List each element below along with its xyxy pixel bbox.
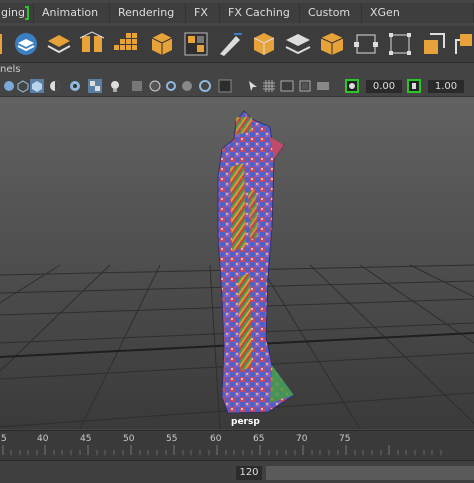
tab-fx[interactable]: FX — [186, 3, 220, 23]
transform-box-icon[interactable] — [386, 30, 414, 58]
isolate-select-icon[interactable] — [198, 79, 212, 93]
tab-xgen[interactable]: XGen — [362, 3, 474, 23]
tab-animation[interactable]: Animation — [34, 3, 110, 23]
bounding-box-icon[interactable] — [352, 30, 380, 58]
textured-icon[interactable] — [88, 79, 102, 93]
exposure-field[interactable]: 0.00 — [366, 80, 402, 93]
range-slider: 120 — [0, 460, 474, 483]
box-project-icon[interactable] — [250, 30, 278, 58]
gamma-field[interactable]: 1.00 — [428, 80, 464, 93]
range-end-field[interactable]: 120 — [236, 466, 262, 480]
render-layer-icon[interactable] — [12, 30, 40, 58]
tick-label: 60 — [210, 434, 222, 444]
cube-map-icon[interactable] — [318, 30, 346, 58]
uv-editor-icon[interactable] — [182, 30, 210, 58]
light-bulb-icon[interactable] — [108, 79, 122, 93]
tab-fx-caching[interactable]: FX Caching — [220, 3, 300, 23]
tab-label: FX — [194, 6, 208, 19]
tab-label: Rendering — [118, 6, 175, 19]
lighting-icon[interactable] — [48, 79, 62, 93]
exposure-icon[interactable] — [345, 79, 359, 93]
time-slider[interactable]: 5 40 45 50 55 60 65 70 75 — [0, 430, 474, 461]
range-bar[interactable] — [266, 466, 474, 480]
tab-label: FX Caching — [228, 6, 290, 19]
xray-icon[interactable] — [218, 79, 232, 93]
select-camera-icon[interactable] — [246, 79, 260, 93]
tick-label: 40 — [37, 434, 49, 444]
tick-label: 50 — [123, 434, 135, 444]
sew-uv-icon[interactable] — [452, 30, 474, 58]
film-gate-icon[interactable] — [280, 79, 294, 93]
resolution-gate-icon[interactable] — [298, 79, 312, 93]
perspective-viewport[interactable] — [0, 97, 474, 429]
tab-label: XGen — [370, 6, 400, 19]
shadows-icon[interactable] — [68, 79, 82, 93]
shelf-icons — [0, 26, 474, 63]
anti-alias-icon[interactable] — [164, 79, 178, 93]
gamma-icon[interactable] — [407, 79, 421, 93]
grid-icon[interactable] — [262, 79, 276, 93]
cut-uv-icon[interactable] — [420, 30, 448, 58]
shelf-partial-icon[interactable] — [0, 30, 6, 58]
tab-label: Animation — [42, 6, 99, 19]
pen-tool-icon[interactable] — [216, 30, 244, 58]
tick-label: 45 — [80, 434, 92, 444]
panels-menu[interactable]: nels — [0, 64, 20, 75]
motion-blur-icon[interactable] — [148, 79, 162, 93]
camera-label: persp — [231, 417, 260, 427]
tab-custom[interactable]: Custom — [300, 3, 362, 23]
shaded-icon[interactable] — [30, 79, 44, 93]
render-settings-icon[interactable] — [78, 30, 106, 58]
panel-menu-bar: nels — [0, 63, 474, 77]
depth-of-field-icon[interactable] — [180, 79, 194, 93]
layer-stack-icon[interactable] — [45, 30, 73, 58]
cube-render-icon[interactable] — [148, 30, 176, 58]
tab-label: Custom — [308, 6, 351, 19]
tick-label: 75 — [339, 434, 351, 444]
viewport-toolbar: 0.00 1.00 — [0, 77, 474, 97]
tab-separator — [25, 6, 29, 20]
tick-label: 5 — [1, 434, 7, 444]
tick-label: 65 — [253, 434, 265, 444]
tick-label: 55 — [166, 434, 178, 444]
uv-grid-icon[interactable] — [113, 30, 141, 58]
tab-label: ging — [1, 6, 25, 19]
ambient-occlusion-icon[interactable] — [130, 79, 144, 93]
planar-map-icon[interactable] — [284, 30, 312, 58]
tab-rendering[interactable]: Rendering — [110, 3, 186, 23]
tick-label: 70 — [296, 434, 308, 444]
camera-icon[interactable] — [2, 79, 16, 93]
wireframe-icon[interactable] — [16, 79, 30, 93]
shelf-tab-bar: ging Animation Rendering FX FX Caching C… — [0, 0, 474, 26]
viewport-canvas — [0, 97, 474, 429]
time-ruler — [2, 445, 442, 455]
gate-mask-icon[interactable] — [316, 79, 330, 93]
